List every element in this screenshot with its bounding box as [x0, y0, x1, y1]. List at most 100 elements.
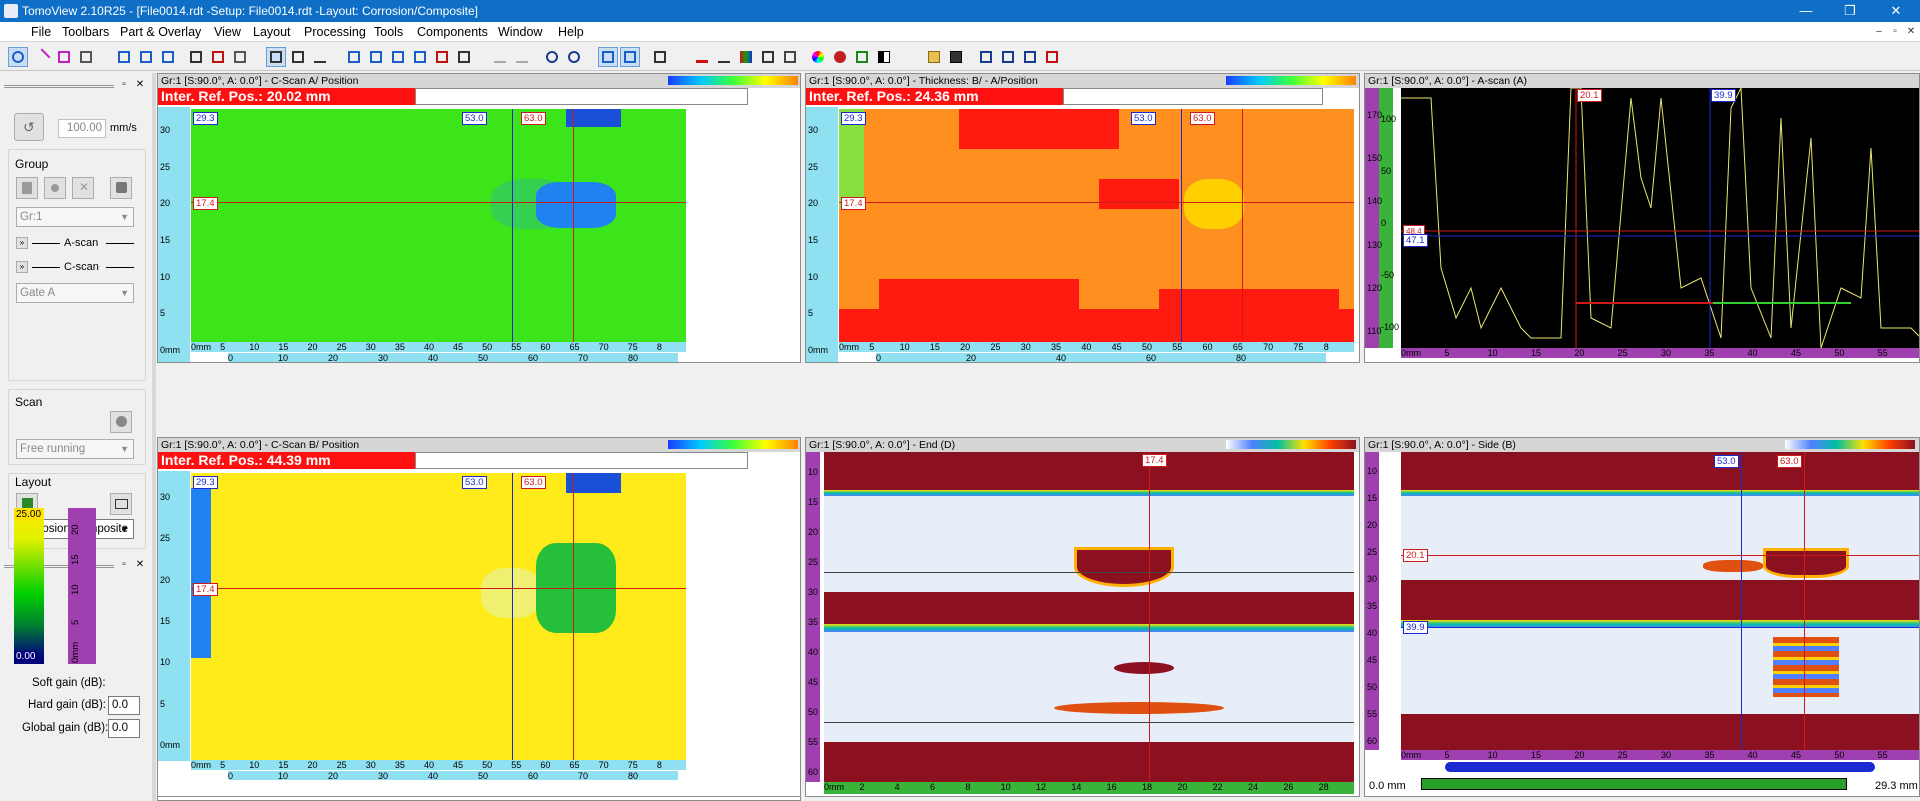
mdi-minimize-button[interactable]: – — [1872, 26, 1886, 38]
cursor-red-v[interactable] — [1804, 452, 1805, 750]
cscan-b-canvas[interactable] — [191, 473, 686, 760]
menu-layout[interactable]: Layout — [253, 25, 291, 39]
table-button-1[interactable] — [344, 47, 364, 67]
cursor-blue-h[interactable] — [1401, 627, 1919, 628]
restore-button[interactable]: ❐ — [1828, 0, 1872, 22]
rewind-button[interactable]: ↺ — [14, 113, 44, 141]
cursor-red-v[interactable] — [573, 109, 574, 342]
peak-button-1[interactable] — [490, 47, 510, 67]
probe-button[interactable] — [542, 47, 562, 67]
scan-mode-select[interactable]: Free running ▼ — [16, 439, 134, 459]
camera-button[interactable] — [758, 47, 778, 67]
group-add-button[interactable] — [44, 177, 66, 199]
panel-close-button[interactable]: ✕ — [134, 79, 146, 91]
color-palette[interactable] — [14, 508, 44, 664]
gate-select[interactable]: Gate A ▼ — [16, 283, 134, 303]
table-button-3[interactable] — [388, 47, 408, 67]
close-button[interactable]: ✕ — [1874, 0, 1918, 22]
cursor-red-h[interactable] — [839, 202, 1354, 203]
menu-tools[interactable]: Tools — [374, 25, 403, 39]
table-grid-button[interactable] — [454, 47, 474, 67]
ascan-canvas[interactable] — [1401, 88, 1919, 348]
cursor-blue-v[interactable] — [1181, 109, 1182, 342]
scan-mode-button[interactable] — [266, 47, 286, 67]
index-mode-button[interactable] — [288, 47, 308, 67]
group-delete-button[interactable] — [16, 177, 38, 199]
waveform-button[interactable] — [310, 47, 330, 67]
thickness-canvas[interactable] — [839, 109, 1354, 342]
ref-pos-slider[interactable] — [1063, 88, 1323, 105]
group-remove-button[interactable]: ✕ — [72, 177, 94, 199]
peak-button-2[interactable] — [512, 47, 532, 67]
cursor-red-h[interactable] — [191, 202, 686, 203]
tile-h-button[interactable] — [998, 47, 1018, 67]
menu-file[interactable]: File — [31, 25, 51, 39]
thickness-view[interactable]: Gr:1 [S:90.0°, A: 0.0°] - Thickness: B/ … — [805, 73, 1360, 363]
ascan-view[interactable]: Gr:1 [S:90.0°, A: 0.0°] - A-scan (A) -10… — [1364, 73, 1920, 363]
mdi-close-button[interactable]: ✕ — [1904, 26, 1918, 38]
hard-gain-input[interactable]: 0.0 — [108, 696, 140, 715]
view-close-button[interactable] — [208, 47, 228, 67]
table-button-2[interactable] — [366, 47, 386, 67]
line-tool-button[interactable] — [32, 47, 52, 67]
cursor-link-button[interactable] — [230, 47, 250, 67]
palette-panel-close-button[interactable]: ✕ — [134, 559, 146, 571]
tv-button[interactable] — [692, 47, 712, 67]
layout-settings-button[interactable] — [110, 493, 132, 515]
speed-input[interactable]: 100.00 — [58, 119, 106, 138]
export-button[interactable] — [852, 47, 872, 67]
open-button[interactable] — [924, 47, 944, 67]
video-button[interactable] — [780, 47, 800, 67]
cscan-a-canvas[interactable] — [191, 109, 686, 342]
table-button-4[interactable] — [410, 47, 430, 67]
m-button[interactable] — [620, 47, 640, 67]
contrast-button[interactable] — [874, 47, 894, 67]
menu-components[interactable]: Components — [417, 25, 488, 39]
zoom-fit-button[interactable] — [76, 47, 96, 67]
cascade-button[interactable] — [976, 47, 996, 67]
end-view[interactable]: Gr:1 [S:90.0°, A: 0.0°] - End (D) 60 55 50… — [805, 437, 1360, 797]
minimize-button[interactable]: — — [1784, 0, 1828, 22]
gain-button[interactable] — [736, 47, 756, 67]
cursor-blue-v[interactable] — [512, 109, 513, 342]
zoom-tool-button[interactable] — [8, 47, 28, 67]
cursor-blue-v[interactable] — [1741, 452, 1742, 750]
menu-processing[interactable]: Processing — [304, 25, 366, 39]
cscan-expand-button[interactable]: » — [16, 261, 28, 273]
save-button[interactable] — [946, 47, 966, 67]
menu-window[interactable]: Window — [498, 25, 542, 39]
menu-view[interactable]: View — [214, 25, 241, 39]
palette-button[interactable] — [830, 47, 850, 67]
cscan-b-view[interactable]: Gr:1 [S:90.0°, A: 0.0°] - C-Scan B/ Posi… — [157, 437, 801, 797]
scan-settings-button[interactable] — [110, 411, 132, 433]
menu-part-overlay[interactable]: Part & Overlay — [120, 25, 201, 39]
side-view[interactable]: Gr:1 [S:90.0°, A: 0.0°] - Side (B) 60 55 5… — [1364, 437, 1920, 797]
tr-button[interactable] — [598, 47, 618, 67]
palette-panel-restore-button[interactable]: ▫ — [118, 559, 130, 571]
table-delete-button[interactable] — [432, 47, 452, 67]
group-select[interactable]: Gr:1 ▼ — [16, 207, 134, 227]
side-range-bar[interactable] — [1421, 778, 1847, 790]
end-canvas[interactable] — [824, 452, 1354, 782]
tile-v-button[interactable] — [1020, 47, 1040, 67]
ref-pos-slider[interactable] — [415, 452, 748, 469]
panel-splitter[interactable] — [152, 73, 156, 801]
side-scroll[interactable] — [1445, 762, 1875, 772]
cursor-red-h[interactable] — [191, 588, 686, 589]
layout-split-v-button[interactable] — [136, 47, 156, 67]
cursor-red-v[interactable] — [573, 473, 574, 760]
cursor-red-h[interactable] — [1401, 555, 1919, 556]
global-gain-input[interactable]: 0.0 — [108, 719, 140, 738]
menu-toolbars[interactable]: Toolbars — [62, 25, 109, 39]
color-wheel-button[interactable] — [808, 47, 828, 67]
fft-button[interactable] — [714, 47, 734, 67]
cscan-a-view[interactable]: Gr:1 [S:90.0°, A: 0.0°] - C-Scan A/ Posi… — [157, 73, 801, 363]
cursor-red-v[interactable] — [1149, 452, 1150, 782]
group-settings-button[interactable] — [110, 177, 132, 199]
layout-grid-button[interactable] — [158, 47, 178, 67]
panel-restore-button[interactable]: ▫ — [118, 79, 130, 91]
cursor-blue-v[interactable] — [512, 473, 513, 760]
mdi-restore-button[interactable]: ▫ — [1888, 26, 1902, 38]
eraser-button[interactable] — [650, 47, 670, 67]
menu-help[interactable]: Help — [558, 25, 584, 39]
